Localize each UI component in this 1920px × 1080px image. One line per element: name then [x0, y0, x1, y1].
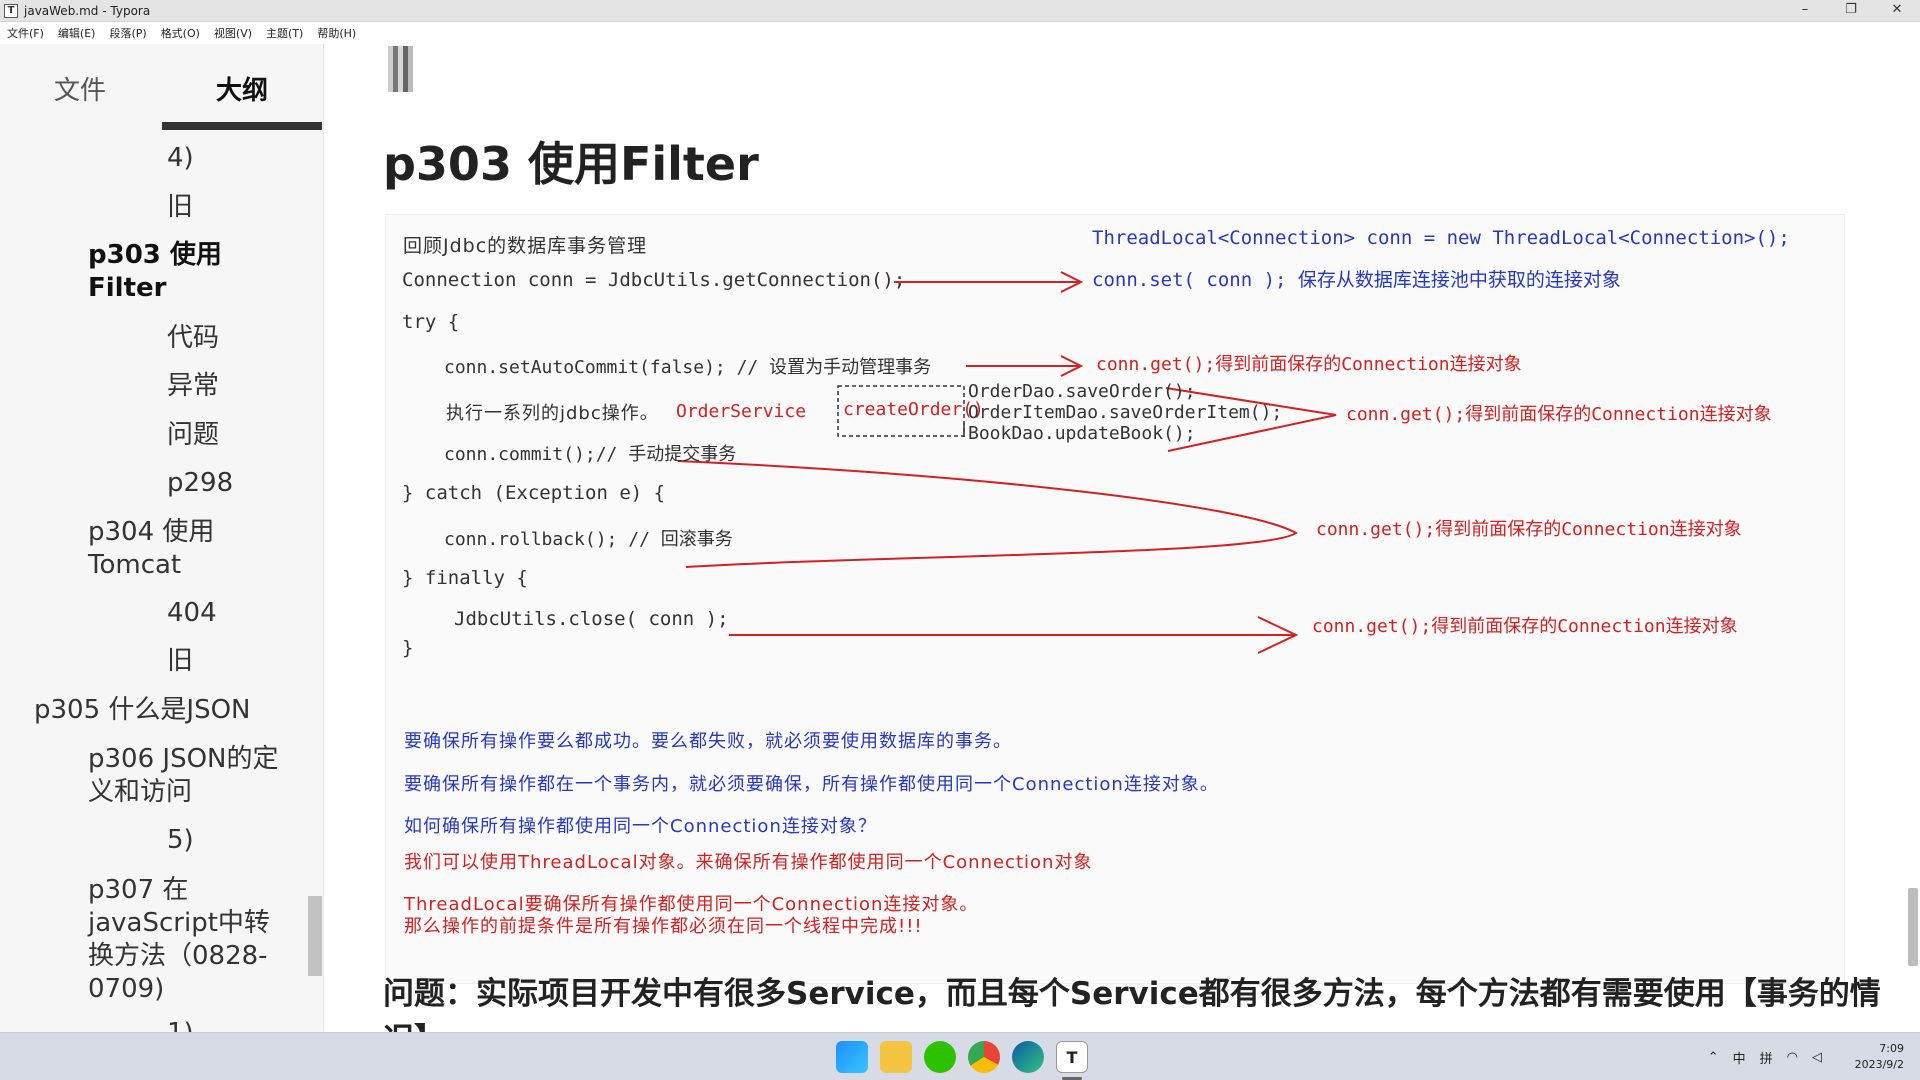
chrome-icon[interactable] — [968, 1041, 1000, 1073]
finally-line: } finally { — [402, 567, 528, 589]
note-3: 如何确保所有操作都使用同一个Connection连接对象？ — [404, 816, 877, 837]
image-fragment — [388, 46, 413, 92]
sidebar: 文件 大纲 4) 旧 p303 使用Filter 代码 异常 问题 p298 p… — [0, 44, 324, 1032]
sidebar-scrollbar[interactable] — [308, 896, 322, 976]
menu-help[interactable]: 帮助(H) — [310, 25, 363, 41]
note-2: 要确保所有操作都在一个事务内，就必须要确保，所有操作都使用同一个Connecti… — [404, 774, 1219, 795]
create-order-label: createOrder() — [843, 399, 984, 420]
try-line: try { — [402, 311, 460, 333]
closing-brace: } — [402, 637, 414, 659]
conn-get-annotation-3: conn.get();得到前面保存的Connection连接对象 — [1316, 519, 1742, 540]
menu-theme[interactable]: 主题(T) — [259, 25, 310, 41]
editor-area[interactable]: p303 使用Filter 回顾Jdbc的数据库事务管理 ThreadLocal… — [325, 44, 1920, 1032]
edge-icon[interactable] — [1012, 1041, 1044, 1073]
autocommit-line: conn.setAutoCommit(false); // 设置为手动管理事务 — [444, 357, 932, 378]
outline-item[interactable]: 5) — [167, 824, 194, 857]
close-icon[interactable]: ✕ — [1874, 0, 1920, 22]
clock[interactable]: 7:09 2023/9/2 — [1855, 1041, 1904, 1073]
maximize-icon[interactable]: ❐ — [1828, 0, 1874, 22]
note-6: 那么操作的前提条件是所有操作都必须在同一个线程中完成!!! — [404, 916, 923, 937]
ime-pinyin-indicator[interactable]: 拼 — [1760, 1048, 1773, 1067]
conn-get-annotation-4: conn.get();得到前面保存的Connection连接对象 — [1312, 616, 1738, 637]
wechat-icon[interactable] — [924, 1041, 956, 1073]
outline-item[interactable]: 代码 — [167, 322, 219, 355]
menu-format[interactable]: 格式(O) — [154, 25, 207, 41]
conn-get-annotation-2: conn.get();得到前面保存的Connection连接对象 — [1346, 404, 1772, 425]
outline-item[interactable]: 问题 — [167, 419, 219, 452]
threadlocal-declaration: ThreadLocal<Connection> conn = new Threa… — [1092, 227, 1790, 249]
outline-item[interactable]: 异常 — [167, 370, 219, 403]
conn-get-annotation-1: conn.get();得到前面保存的Connection连接对象 — [1096, 354, 1522, 375]
window-controls: – ❐ ✕ — [1782, 0, 1920, 22]
diagram-title: 回顾Jdbc的数据库事务管理 — [403, 235, 648, 257]
tray-chevron-icon[interactable]: ⌃ — [1708, 1050, 1719, 1065]
typora-app-icon: T — [4, 3, 18, 18]
outline-item-active[interactable]: p303 使用Filter — [88, 239, 258, 305]
menu-view[interactable]: 视图(V) — [207, 25, 259, 41]
rollback-line: conn.rollback(); // 回滚事务 — [444, 529, 733, 550]
clock-date: 2023/9/2 — [1854, 1058, 1904, 1071]
outline-item[interactable]: 4) — [167, 142, 194, 175]
order-service-label: OrderService — [676, 401, 807, 422]
volume-icon[interactable]: ◁ — [1812, 1050, 1822, 1065]
catch-line: } catch (Exception e) { — [402, 482, 666, 504]
dao-update-book: BookDao.updateBook(); — [968, 423, 1196, 444]
outline-item[interactable]: p298 — [167, 467, 233, 500]
outline-item[interactable]: 旧 — [167, 645, 193, 678]
outline-item[interactable]: p304 使用Tomcat — [88, 516, 258, 582]
dao-save-order-item: OrderItemDao.saveOrderItem(); — [968, 402, 1283, 423]
question-heading: 问题：实际项目开发中有很多Service，而且每个Service都有很多方法，每… — [383, 976, 1881, 1032]
file-explorer-icon[interactable] — [880, 1041, 912, 1073]
windows-start-icon[interactable] — [836, 1041, 868, 1073]
tab-outline[interactable]: 大纲 — [162, 70, 322, 107]
clock-time: 7:09 — [1879, 1042, 1904, 1055]
page-heading: p303 使用Filter — [383, 137, 759, 191]
menu-bar: 文件(F) 编辑(E) 段落(P) 格式(O) 视图(V) 主题(T) 帮助(H… — [0, 22, 1920, 44]
outline-item[interactable]: p306 JSON的定义和访问 — [88, 743, 288, 809]
window-title: javaWeb.md - Typora — [24, 3, 151, 18]
ime-chinese-indicator[interactable]: 中 — [1733, 1048, 1746, 1067]
note-4: 我们可以使用ThreadLocal对象。来确保所有操作都使用同一个Connect… — [404, 852, 1093, 873]
outline-item[interactable]: 1) — [167, 1017, 194, 1032]
dao-save-order: OrderDao.saveOrder(); — [968, 381, 1196, 402]
outline-item[interactable]: 404 — [167, 597, 217, 630]
connection-line: Connection conn = JdbcUtils.getConnectio… — [402, 269, 906, 291]
outline-item[interactable]: p305 什么是JSON — [34, 694, 250, 727]
note-1: 要确保所有操作要么都成功。要么都失败，就必须要使用数据库的事务。 — [404, 731, 1012, 752]
menu-file[interactable]: 文件(F) — [0, 25, 51, 41]
wifi-icon[interactable]: ◠ — [1787, 1050, 1798, 1065]
menu-edit[interactable]: 编辑(E) — [51, 25, 103, 41]
editor-scrollbar[interactable] — [1908, 888, 1918, 966]
tab-files[interactable]: 文件 — [0, 70, 160, 107]
active-tab-indicator — [162, 122, 322, 130]
conn-set-annotation: conn.set( conn ); 保存从数据库连接池中获取的连接对象 — [1092, 269, 1621, 291]
windows-taskbar: T ⌃ 中 拼 ◠ ◁ 7:09 2023/9/2 — [0, 1032, 1920, 1080]
typora-window: T javaWeb.md - Typora – ❐ ✕ 文件(F) 编辑(E) … — [0, 0, 1920, 1080]
outline-item[interactable]: p307 在javaScript中转换方法（0828-0709) — [88, 874, 278, 1006]
close-line: JdbcUtils.close( conn ); — [454, 608, 729, 630]
outline-item[interactable]: 旧 — [167, 191, 193, 224]
jdbc-ops-line: 执行一系列的jdbc操作。 — [446, 403, 659, 424]
menu-paragraph[interactable]: 段落(P) — [102, 25, 153, 41]
title-bar: T javaWeb.md - Typora – ❐ ✕ — [0, 0, 1920, 22]
commit-line: conn.commit();// 手动提交事务 — [444, 444, 737, 465]
transaction-diagram-image: 回顾Jdbc的数据库事务管理 ThreadLocal<Connection> c… — [385, 214, 1845, 984]
typora-taskbar-icon[interactable]: T — [1056, 1041, 1088, 1073]
minimize-icon[interactable]: – — [1782, 0, 1828, 22]
